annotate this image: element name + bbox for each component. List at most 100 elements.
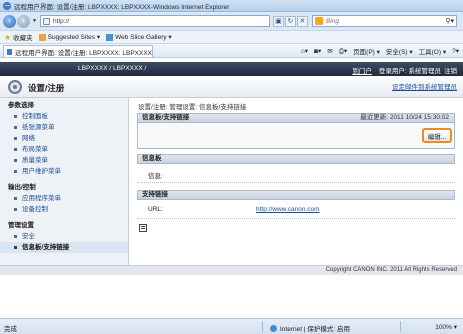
favorites-bar: ★ 收藏夹 Suggested Sites ▾ Web Slice Galler… xyxy=(0,30,463,43)
sidebar-item-label: 网络 xyxy=(22,135,35,142)
divider xyxy=(137,218,455,219)
feeds-icon[interactable]: ◙▾ xyxy=(314,47,321,55)
tab-favicon-icon xyxy=(7,48,13,55)
refresh-icon[interactable]: ↻ xyxy=(284,15,296,27)
main-content: 设置/注册: 管理设置: 信息板/支持链接 信息板/支持链接 最近更新: 201… xyxy=(130,98,463,265)
sidebar-item-user-maintenance[interactable]: 用户维护菜单 xyxy=(0,166,128,177)
fav-suggested-sites-label: Suggested Sites ▾ xyxy=(47,34,101,41)
search-input[interactable]: Bing ⚲▾ xyxy=(312,15,457,27)
sidebar-item-control-panel[interactable]: 控制面板 xyxy=(0,111,128,122)
url-label: URL: xyxy=(148,206,163,213)
mail-to-admin-link[interactable]: 设定邮件到系统管理员 xyxy=(392,81,457,91)
header-links: 到门户 登录用户: 系统管理员 注销 xyxy=(345,65,457,75)
bullet-icon xyxy=(14,235,17,238)
section-header: 信息板/支持链接 最近更新: 2011 10/24 15:30:02 xyxy=(137,113,455,123)
address-row: ‹ › ▼ http:// ▣ ↻ ✕ Bing ⚲▾ xyxy=(0,12,463,30)
support-link-title: 支持链接 xyxy=(142,191,168,198)
status-separator xyxy=(400,321,401,332)
edit-panel: 编辑... xyxy=(137,123,455,149)
page-icon xyxy=(42,17,50,25)
history-dropdown-icon[interactable]: ▼ xyxy=(32,18,37,24)
zoom-level[interactable]: 100% ▾ xyxy=(435,323,457,331)
safety-menu[interactable]: 安全(S) ▾ xyxy=(386,46,413,56)
fav-web-slice-label: Web Slice Gallery ▾ xyxy=(115,34,172,41)
search-icon[interactable]: ⚲▾ xyxy=(445,17,454,25)
sidebar-item-label: 用户维护菜单 xyxy=(22,168,61,175)
sidebar-item-security[interactable]: 安全 xyxy=(0,231,128,242)
sidebar-item-quality[interactable]: 质量菜单 xyxy=(0,155,128,166)
window-titlebar: 远程用户界面: 设置/注册: LBPXXXX: LBPXXXX-Windows … xyxy=(0,0,463,12)
page-footer: Copyright CANON INC. 2011 All Rights Res… xyxy=(0,265,463,275)
fav-web-slice-gallery[interactable]: Web Slice Gallery ▾ xyxy=(106,33,172,41)
stop-icon[interactable]: ✕ xyxy=(296,15,308,27)
settings-gear-icon xyxy=(8,80,22,94)
search-placeholder: Bing xyxy=(326,17,340,25)
info-board-header: 信息板 xyxy=(137,154,455,164)
sidebar-item-label: 安全 xyxy=(22,233,35,240)
bullet-icon xyxy=(14,137,17,140)
edit-button[interactable]: 编辑... xyxy=(422,128,452,143)
page-menu[interactable]: 页面(P) ▾ xyxy=(353,46,380,56)
sidebar-item-label: 控制面板 xyxy=(22,113,48,120)
help-menu[interactable]: ?▾ xyxy=(452,47,459,55)
copyright: Copyright CANON INC. 2011 All Rights Res… xyxy=(325,267,457,273)
page-top-icon[interactable] xyxy=(139,224,147,232)
bullet-icon xyxy=(14,170,17,173)
sidebar-group-preferences: 参数选择 xyxy=(8,102,34,109)
sidebar-item-label: 设备控制 xyxy=(22,206,48,213)
print-icon[interactable]: ⎙▾ xyxy=(339,47,347,56)
tools-menu[interactable]: 工具(O) ▾ xyxy=(419,46,446,56)
support-link-header: 支持链接 xyxy=(137,190,455,200)
logout-link[interactable]: 注销 xyxy=(444,65,457,75)
portal-link[interactable]: 到门户 xyxy=(352,65,372,75)
browser-tab[interactable]: 远程用户界面: 设置/注册: LBPXXXX: LBPXXXX xyxy=(3,45,153,57)
login-user: 登录用户: 系统管理员 xyxy=(378,68,441,75)
sidebar-item-device-control[interactable]: 设备控制 xyxy=(0,204,128,215)
sidebar-item-application[interactable]: 应用程序菜单 xyxy=(0,193,128,204)
favorites-star-icon[interactable]: ★ xyxy=(4,33,11,42)
bullet-icon xyxy=(14,126,17,129)
bing-icon xyxy=(315,17,323,25)
last-updated: 最近更新: 2011 10/24 15:30:02 xyxy=(360,114,449,121)
sidebar-group-output-control: 输出/控制 xyxy=(8,184,36,191)
status-bar: 完成 Internet | 保护模式: 启用 100% ▾ xyxy=(0,318,463,334)
address-input[interactable]: http:// xyxy=(39,15,270,27)
security-zone[interactable]: Internet | 保护模式: 启用 xyxy=(270,323,350,333)
compat-view-icon[interactable]: ▣ xyxy=(272,15,284,27)
sidebar-item-network[interactable]: 网络 xyxy=(0,133,128,144)
globe-icon xyxy=(270,324,277,332)
bullet-icon xyxy=(14,208,17,211)
sidebar-item-info-board[interactable]: 信息板/支持链接 xyxy=(0,242,128,253)
info-label: 信息: xyxy=(148,173,163,180)
sidebar-item-label: 应用程序菜单 xyxy=(22,195,61,202)
window-title: 远程用户界面: 设置/注册: LBPXXXX: LBPXXXX-Windows … xyxy=(14,3,230,11)
web-slice-icon xyxy=(106,33,114,41)
info-board-title: 信息板 xyxy=(142,155,162,162)
suggested-sites-icon xyxy=(38,33,46,41)
tab-label: 远程用户界面: 设置/注册: LBPXXXX: LBPXXXX xyxy=(15,49,152,57)
bullet-icon xyxy=(14,159,17,162)
sidebar: 参数选择 控制面板 纸张源菜单 网络 布局菜单 质量菜单 用户维护菜单 输出/控… xyxy=(0,98,129,265)
bullet-icon xyxy=(14,148,17,151)
ie-logo-icon xyxy=(3,1,11,10)
forward-button[interactable]: › xyxy=(17,14,30,28)
back-button[interactable]: ‹ xyxy=(3,14,16,28)
sidebar-item-layout[interactable]: 布局菜单 xyxy=(0,144,128,155)
divider xyxy=(137,182,455,183)
sidebar-item-paper-source[interactable]: 纸张源菜单 xyxy=(0,122,128,133)
fav-suggested-sites[interactable]: Suggested Sites ▾ xyxy=(38,33,101,41)
mail-icon[interactable]: ✉ xyxy=(327,47,332,55)
bullet-icon xyxy=(14,246,17,249)
status-done: 完成 xyxy=(4,326,17,333)
page-title: 设置/注册 xyxy=(28,83,65,93)
sidebar-item-label: 质量菜单 xyxy=(22,157,48,164)
app-header: LBPXXXX / LBPXXXX / 到门户 登录用户: 系统管理员 注销 xyxy=(0,62,463,76)
section-title: 信息板/支持链接 xyxy=(142,114,190,121)
sidebar-item-label: 信息板/支持链接 xyxy=(22,244,70,251)
support-url-link[interactable]: http://www.canon.com xyxy=(256,206,320,213)
favorites-button[interactable]: 收藏夹 xyxy=(13,32,33,42)
status-separator xyxy=(262,321,263,332)
command-buttons: ⌂▾ ◙▾ ✉ ⎙▾ 页面(P) ▾ 安全(S) ▾ 工具(O) ▾ ?▾ xyxy=(295,46,459,57)
home-icon[interactable]: ⌂▾ xyxy=(301,47,308,55)
sidebar-item-label: 纸张源菜单 xyxy=(22,124,55,131)
